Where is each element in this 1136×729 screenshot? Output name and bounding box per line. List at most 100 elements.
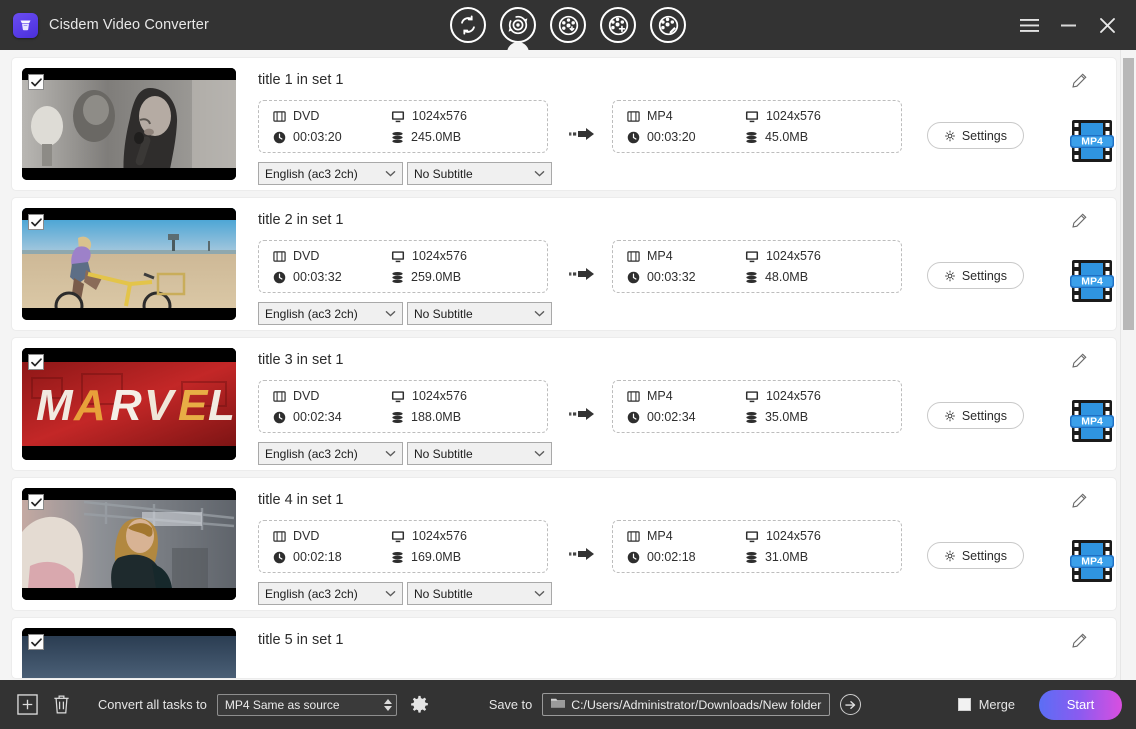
row-checkbox[interactable] [28, 494, 44, 510]
target-duration-cell: 00:03:32 [627, 270, 745, 284]
start-button[interactable]: Start [1039, 690, 1122, 720]
edit-pencil-icon[interactable] [1071, 352, 1088, 369]
edit-pencil-icon[interactable] [1071, 492, 1088, 509]
mp4-film-icon[interactable]: MP4 [1068, 258, 1116, 304]
target-format-cell: MP4 [627, 529, 745, 543]
chevron-down-icon [534, 170, 545, 177]
source-format-cell: DVD [273, 109, 391, 123]
format-badge-area: MP4 [1024, 380, 1116, 444]
target-resolution: 1024x576 [766, 529, 821, 543]
audio-track-select[interactable]: English (ac3 2ch) [258, 162, 403, 185]
settings-button[interactable]: Settings [927, 542, 1024, 569]
svg-text:M: M [36, 381, 74, 430]
target-format-cell: MP4 [627, 249, 745, 263]
minimize-icon[interactable] [1051, 8, 1085, 42]
row-checkbox[interactable] [28, 634, 44, 650]
audio-track-select[interactable]: English (ac3 2ch) [258, 582, 403, 605]
settings-button[interactable]: Settings [927, 402, 1024, 429]
row-checkbox[interactable] [28, 354, 44, 370]
video-thumbnail[interactable] [22, 628, 236, 678]
settings-button[interactable]: Settings [927, 122, 1024, 149]
source-resolution: 1024x576 [412, 529, 467, 543]
source-duration: 00:02:34 [293, 410, 342, 424]
letterbox [22, 348, 236, 360]
mp4-film-icon[interactable]: MP4 [1068, 398, 1116, 444]
target-format: MP4 [647, 529, 673, 543]
table-row[interactable]: title 1 in set 1 DVD 1024x576 [12, 58, 1116, 190]
row-checkbox[interactable] [28, 74, 44, 90]
video-thumbnail[interactable] [22, 208, 236, 320]
target-size-cell: 45.0MB [745, 130, 887, 144]
merge-tab[interactable] [600, 7, 636, 43]
save-to-label: Save to [489, 697, 532, 712]
subtitle-track-select[interactable]: No Subtitle [407, 302, 552, 325]
chevron-down-icon [534, 590, 545, 597]
edit-tab[interactable] [650, 7, 686, 43]
task-title: title 5 in set 1 [258, 632, 1116, 648]
thumbnail-image-two-women-indoor-scene [22, 488, 236, 600]
video-thumbnail[interactable] [22, 68, 236, 180]
edit-pencil-icon[interactable] [1071, 212, 1088, 229]
target-duration-cell: 00:03:20 [627, 130, 745, 144]
subtitle-track-select[interactable]: No Subtitle [407, 582, 552, 605]
source-resolution-cell: 1024x576 [391, 529, 533, 543]
app-title: Cisdem Video Converter [49, 17, 209, 33]
scrollbar-thumb[interactable] [1123, 58, 1134, 330]
convert-all-select[interactable]: MP4 Same as source [217, 694, 397, 716]
task-title: title 1 in set 1 [258, 72, 1116, 88]
svg-text:V: V [144, 381, 177, 430]
edit-pencil-icon[interactable] [1071, 632, 1088, 649]
letterbox [22, 588, 236, 600]
format-badge-area: MP4 [1024, 100, 1116, 164]
mp4-film-icon[interactable]: MP4 [1068, 118, 1116, 164]
add-plus-icon[interactable] [14, 692, 40, 718]
video-thumbnail[interactable]: M A R V E L [22, 348, 236, 460]
mp4-film-icon[interactable]: MP4 [1068, 538, 1116, 584]
app-window: Cisdem Video Converter [0, 0, 1136, 729]
source-info-box: DVD 1024x576 00:03:32 [258, 240, 548, 293]
chevron-down-icon [534, 310, 545, 317]
subtitle-track-select[interactable]: No Subtitle [407, 442, 552, 465]
hamburger-menu-icon[interactable] [1012, 8, 1046, 42]
download-tab[interactable] [550, 7, 586, 43]
gear-icon[interactable] [407, 692, 433, 718]
close-icon[interactable] [1090, 8, 1124, 42]
source-resolution-cell: 1024x576 [391, 389, 533, 403]
merge-checkbox[interactable] [958, 698, 971, 711]
video-thumbnail[interactable] [22, 488, 236, 600]
scrollbar-track[interactable] [1120, 50, 1136, 680]
arrow-right-circle-icon[interactable] [840, 694, 861, 715]
svg-text:L: L [208, 381, 235, 430]
audio-track-select[interactable]: English (ac3 2ch) [258, 442, 403, 465]
chevron-down-icon [385, 310, 396, 317]
gear-icon [944, 270, 956, 282]
table-row[interactable]: title 2 in set 1 DVD 1024x576 [12, 198, 1116, 330]
audio-track-value: English (ac3 2ch) [265, 447, 358, 461]
source-info-box: DVD 1024x576 00:02:34 [258, 380, 548, 433]
gear-icon [944, 550, 956, 562]
source-duration: 00:02:18 [293, 550, 342, 564]
audio-track-select[interactable]: English (ac3 2ch) [258, 302, 403, 325]
convert-tab[interactable] [450, 7, 486, 43]
conversion-arrow-icon [552, 380, 612, 421]
table-row[interactable]: title 5 in set 1 [12, 618, 1116, 678]
subtitle-track-select[interactable]: No Subtitle [407, 162, 552, 185]
dvd-ripper-tab[interactable] [500, 7, 536, 43]
settings-button[interactable]: Settings [927, 262, 1024, 289]
source-format: DVD [293, 389, 319, 403]
source-duration-cell: 00:03:20 [273, 130, 391, 144]
subtitle-track-value: No Subtitle [414, 307, 473, 321]
folder-icon [551, 697, 565, 712]
target-size-cell: 48.0MB [745, 270, 887, 284]
save-path-field[interactable]: C:/Users/Administrator/Downloads/New fol… [542, 693, 830, 716]
chevron-down-icon [534, 450, 545, 457]
row-checkbox[interactable] [28, 214, 44, 230]
target-format: MP4 [647, 249, 673, 263]
row-body: title 2 in set 1 DVD 1024x576 [236, 198, 1116, 325]
edit-pencil-icon[interactable] [1071, 72, 1088, 89]
trash-icon[interactable] [48, 692, 74, 718]
target-resolution: 1024x576 [766, 109, 821, 123]
source-format-cell: DVD [273, 529, 391, 543]
table-row[interactable]: M A R V E L [12, 338, 1116, 470]
table-row[interactable]: title 4 in set 1 DVD 1024x576 [12, 478, 1116, 610]
